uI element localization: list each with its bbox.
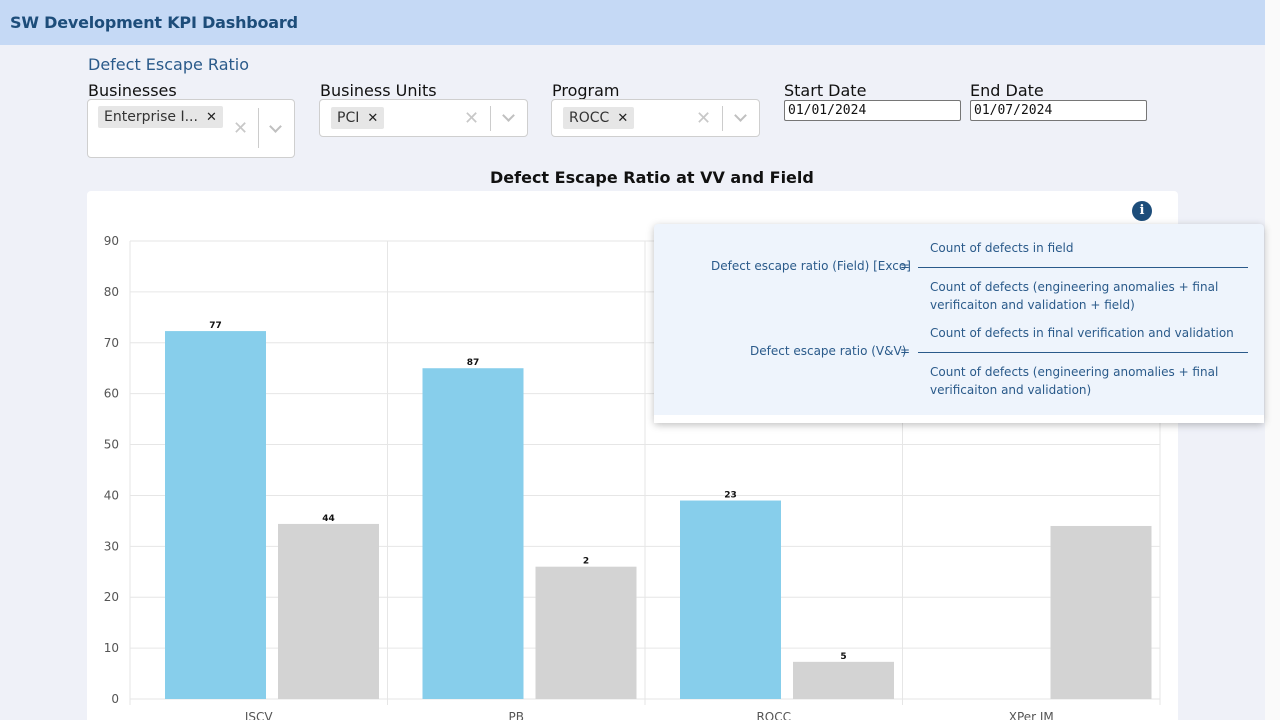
bar-data-label: 44	[322, 514, 335, 524]
business-units-select[interactable]: PCI ✕ ✕	[319, 99, 528, 137]
y-tick-label: 10	[104, 641, 119, 655]
businesses-select[interactable]: Enterprise I... ✕ ✕	[87, 99, 295, 158]
businesses-label: Businesses	[88, 81, 177, 100]
chart-bar	[165, 331, 266, 699]
chart-bar	[535, 566, 637, 699]
vv-ratio-denominator-2: verificaiton and validation)	[930, 383, 1092, 397]
bar-data-label: 23	[724, 491, 737, 501]
vv-ratio-label: Defect escape ratio (V&V)	[750, 344, 907, 358]
remove-chip-icon[interactable]: ✕	[206, 110, 217, 125]
end-date-input[interactable]	[970, 100, 1147, 121]
chevron-down-icon[interactable]	[734, 109, 747, 122]
field-ratio-equals: =	[900, 259, 911, 273]
y-tick-label: 20	[104, 590, 119, 604]
bar-data-label: 2	[583, 557, 589, 567]
bar-data-label: 5	[840, 652, 846, 662]
vv-ratio-denominator-1: Count of defects (engineering anomalies …	[930, 365, 1219, 379]
remove-chip-icon[interactable]: ✕	[367, 111, 378, 126]
program-label: Program	[552, 81, 620, 100]
program-chip: ROCC ✕	[563, 107, 635, 129]
bar-data-label: 77	[209, 321, 222, 331]
x-tick-label: ROCC	[756, 710, 791, 720]
businesses-chip: Enterprise I... ✕	[98, 106, 223, 128]
chevron-down-icon[interactable]	[269, 120, 282, 133]
x-tick-label: ISCV	[245, 710, 274, 720]
chevron-down-icon[interactable]	[502, 109, 515, 122]
field-ratio-denominator-2: verificaiton and validation + field)	[930, 298, 1135, 312]
y-tick-label: 30	[104, 539, 119, 553]
vv-ratio-equals: =	[900, 344, 911, 358]
chart-bar	[1050, 525, 1152, 699]
program-select[interactable]: ROCC ✕ ✕	[551, 99, 760, 137]
clear-icon[interactable]: ✕	[696, 108, 711, 129]
select-separator	[258, 108, 259, 148]
y-tick-label: 40	[104, 488, 119, 502]
y-tick-label: 80	[104, 285, 119, 299]
business-units-label: Business Units	[320, 81, 437, 100]
chart-title: Defect Escape Ratio at VV and Field	[490, 168, 814, 187]
x-tick-label: XPer IM	[1009, 710, 1054, 720]
select-separator	[722, 106, 723, 131]
business-units-chip: PCI ✕	[331, 107, 385, 129]
page-scrollbar[interactable]	[1265, 0, 1280, 720]
select-separator	[490, 106, 491, 131]
tooltip-footer	[654, 415, 1264, 423]
app-title: SW Development KPI Dashboard	[10, 13, 298, 32]
bar-data-label: 87	[467, 358, 480, 368]
info-icon[interactable]: i	[1132, 201, 1152, 221]
header-bar: SW Development KPI Dashboard	[0, 0, 1265, 45]
program-chip-label: ROCC	[569, 110, 610, 126]
y-tick-label: 50	[104, 438, 119, 452]
y-tick-label: 90	[104, 234, 119, 248]
vv-ratio-numerator: Count of defects in final verification a…	[930, 326, 1234, 340]
x-tick-label: PB	[509, 710, 524, 720]
field-ratio-denominator-1: Count of defects (engineering anomalies …	[930, 280, 1219, 294]
start-date-input[interactable]	[784, 100, 961, 121]
y-tick-label: 0	[111, 692, 119, 706]
field-fraction-line	[918, 267, 1248, 268]
business-units-chip-label: PCI	[337, 110, 360, 126]
start-date-label: Start Date	[784, 81, 867, 100]
chart-bar	[793, 661, 894, 699]
clear-icon[interactable]: ✕	[464, 108, 479, 129]
remove-chip-icon[interactable]: ✕	[617, 111, 628, 126]
field-ratio-numerator: Count of defects in field	[930, 241, 1074, 255]
section-title: Defect Escape Ratio	[88, 55, 250, 74]
clear-icon[interactable]: ✕	[233, 118, 248, 139]
y-tick-label: 70	[104, 336, 119, 350]
end-date-label: End Date	[970, 81, 1044, 100]
formula-tooltip: Defect escape ratio (Field) [Exco] = Cou…	[654, 224, 1264, 423]
vv-fraction-line	[918, 352, 1248, 353]
businesses-chip-label: Enterprise I...	[104, 109, 198, 125]
y-tick-label: 60	[104, 387, 119, 401]
chart-bar	[680, 500, 781, 699]
chart-bar	[422, 368, 524, 699]
field-ratio-label: Defect escape ratio (Field) [Exco]	[711, 259, 911, 273]
chart-bar	[278, 523, 379, 699]
